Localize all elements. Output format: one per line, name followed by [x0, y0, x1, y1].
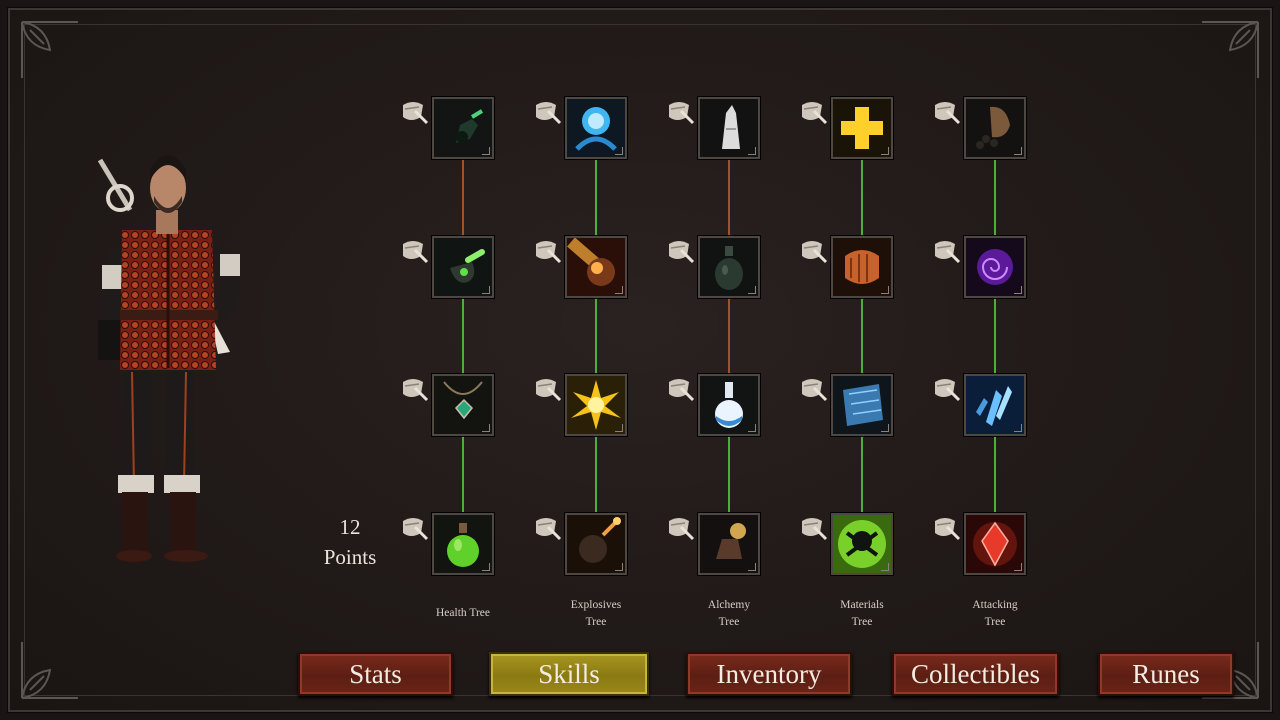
scroll-icon[interactable] [532, 97, 562, 127]
corner-ornament [1200, 20, 1260, 80]
slot-corner-mark [881, 424, 889, 432]
slot-corner-mark [881, 286, 889, 294]
scroll-icon[interactable] [665, 513, 695, 543]
skill-slot[interactable] [698, 513, 760, 575]
slot-corner-mark [881, 147, 889, 155]
tree-connector [861, 436, 863, 513]
skill-slot[interactable] [698, 97, 760, 159]
corner-ornament [20, 640, 80, 700]
scroll-icon[interactable] [931, 97, 961, 127]
skill-slot[interactable] [432, 513, 494, 575]
skill-slot[interactable] [831, 236, 893, 298]
tree-connector [595, 436, 597, 513]
scroll-icon[interactable] [532, 374, 562, 404]
scroll-icon[interactable] [532, 236, 562, 266]
scroll-icon[interactable] [665, 374, 695, 404]
skill-slot[interactable] [964, 97, 1026, 159]
slot-corner-mark [615, 286, 623, 294]
tree-connector [462, 298, 464, 374]
skill-points-value: 12 [339, 515, 361, 539]
scroll-icon[interactable] [798, 97, 828, 127]
tree-connector [462, 436, 464, 513]
scroll-icon[interactable] [399, 513, 429, 543]
corner-ornament [20, 20, 80, 80]
slot-corner-mark [748, 424, 756, 432]
slot-corner-mark [615, 147, 623, 155]
slot-corner-mark [1014, 424, 1022, 432]
scroll-icon[interactable] [798, 513, 828, 543]
scroll-icon[interactable] [665, 236, 695, 266]
skill-slot[interactable] [964, 374, 1026, 436]
tree-connector [861, 159, 863, 236]
tab-skills[interactable]: Skills [489, 652, 649, 696]
character-portrait [90, 140, 260, 570]
tree-connector [728, 159, 730, 236]
slot-corner-mark [482, 424, 490, 432]
scroll-icon[interactable] [931, 513, 961, 543]
skill-slot[interactable] [698, 374, 760, 436]
tab-stats[interactable]: Stats [298, 652, 453, 696]
slot-corner-mark [748, 147, 756, 155]
scroll-icon[interactable] [931, 236, 961, 266]
skill-slot[interactable] [831, 374, 893, 436]
slot-corner-mark [482, 147, 490, 155]
skill-slot[interactable] [565, 513, 627, 575]
skill-slot[interactable] [964, 513, 1026, 575]
slot-corner-mark [615, 424, 623, 432]
tree-connector [595, 298, 597, 374]
tab-runes[interactable]: Runes [1098, 652, 1234, 696]
slot-corner-mark [482, 286, 490, 294]
scroll-icon[interactable] [532, 513, 562, 543]
skill-slot[interactable] [831, 513, 893, 575]
tree-label-explosives: Explosives Tree [570, 599, 622, 628]
slot-corner-mark [881, 563, 889, 571]
skill-slot[interactable] [432, 236, 494, 298]
tree-connector [994, 298, 996, 374]
skill-slot[interactable] [565, 236, 627, 298]
scroll-icon[interactable] [798, 374, 828, 404]
scroll-icon[interactable] [665, 97, 695, 127]
tree-connector [728, 436, 730, 513]
tree-label-attacking: Attacking Tree [972, 599, 1018, 628]
tree-connector [994, 436, 996, 513]
tree-label-health: Health Tree [436, 607, 490, 619]
slot-corner-mark [1014, 563, 1022, 571]
skill-slot[interactable] [964, 236, 1026, 298]
tab-collectibles[interactable]: Collectibles [892, 652, 1059, 696]
skill-slot[interactable] [831, 97, 893, 159]
scroll-icon[interactable] [931, 374, 961, 404]
skill-slot[interactable] [565, 97, 627, 159]
skill-slot[interactable] [565, 374, 627, 436]
slot-corner-mark [482, 563, 490, 571]
skill-points-label: Points [323, 545, 377, 569]
skill-slot[interactable] [698, 236, 760, 298]
slot-corner-mark [748, 563, 756, 571]
slot-corner-mark [615, 563, 623, 571]
slot-corner-mark [1014, 286, 1022, 294]
tree-label-materials: Materials Tree [840, 599, 884, 628]
skill-slot[interactable] [432, 374, 494, 436]
scroll-icon[interactable] [798, 236, 828, 266]
tab-inventory[interactable]: Inventory [686, 652, 852, 696]
skill-slot[interactable] [432, 97, 494, 159]
skill-points-counter: 12 Points [300, 512, 400, 572]
tree-connector [595, 159, 597, 236]
scroll-icon[interactable] [399, 236, 429, 266]
tree-label-alchemy: Alchemy Tree [707, 599, 751, 628]
slot-corner-mark [748, 286, 756, 294]
scroll-icon[interactable] [399, 374, 429, 404]
scroll-icon[interactable] [399, 97, 429, 127]
slot-corner-mark [1014, 147, 1022, 155]
tree-connector [462, 159, 464, 236]
tree-connector [861, 298, 863, 374]
tree-connector [994, 159, 996, 236]
tree-connector [728, 298, 730, 374]
